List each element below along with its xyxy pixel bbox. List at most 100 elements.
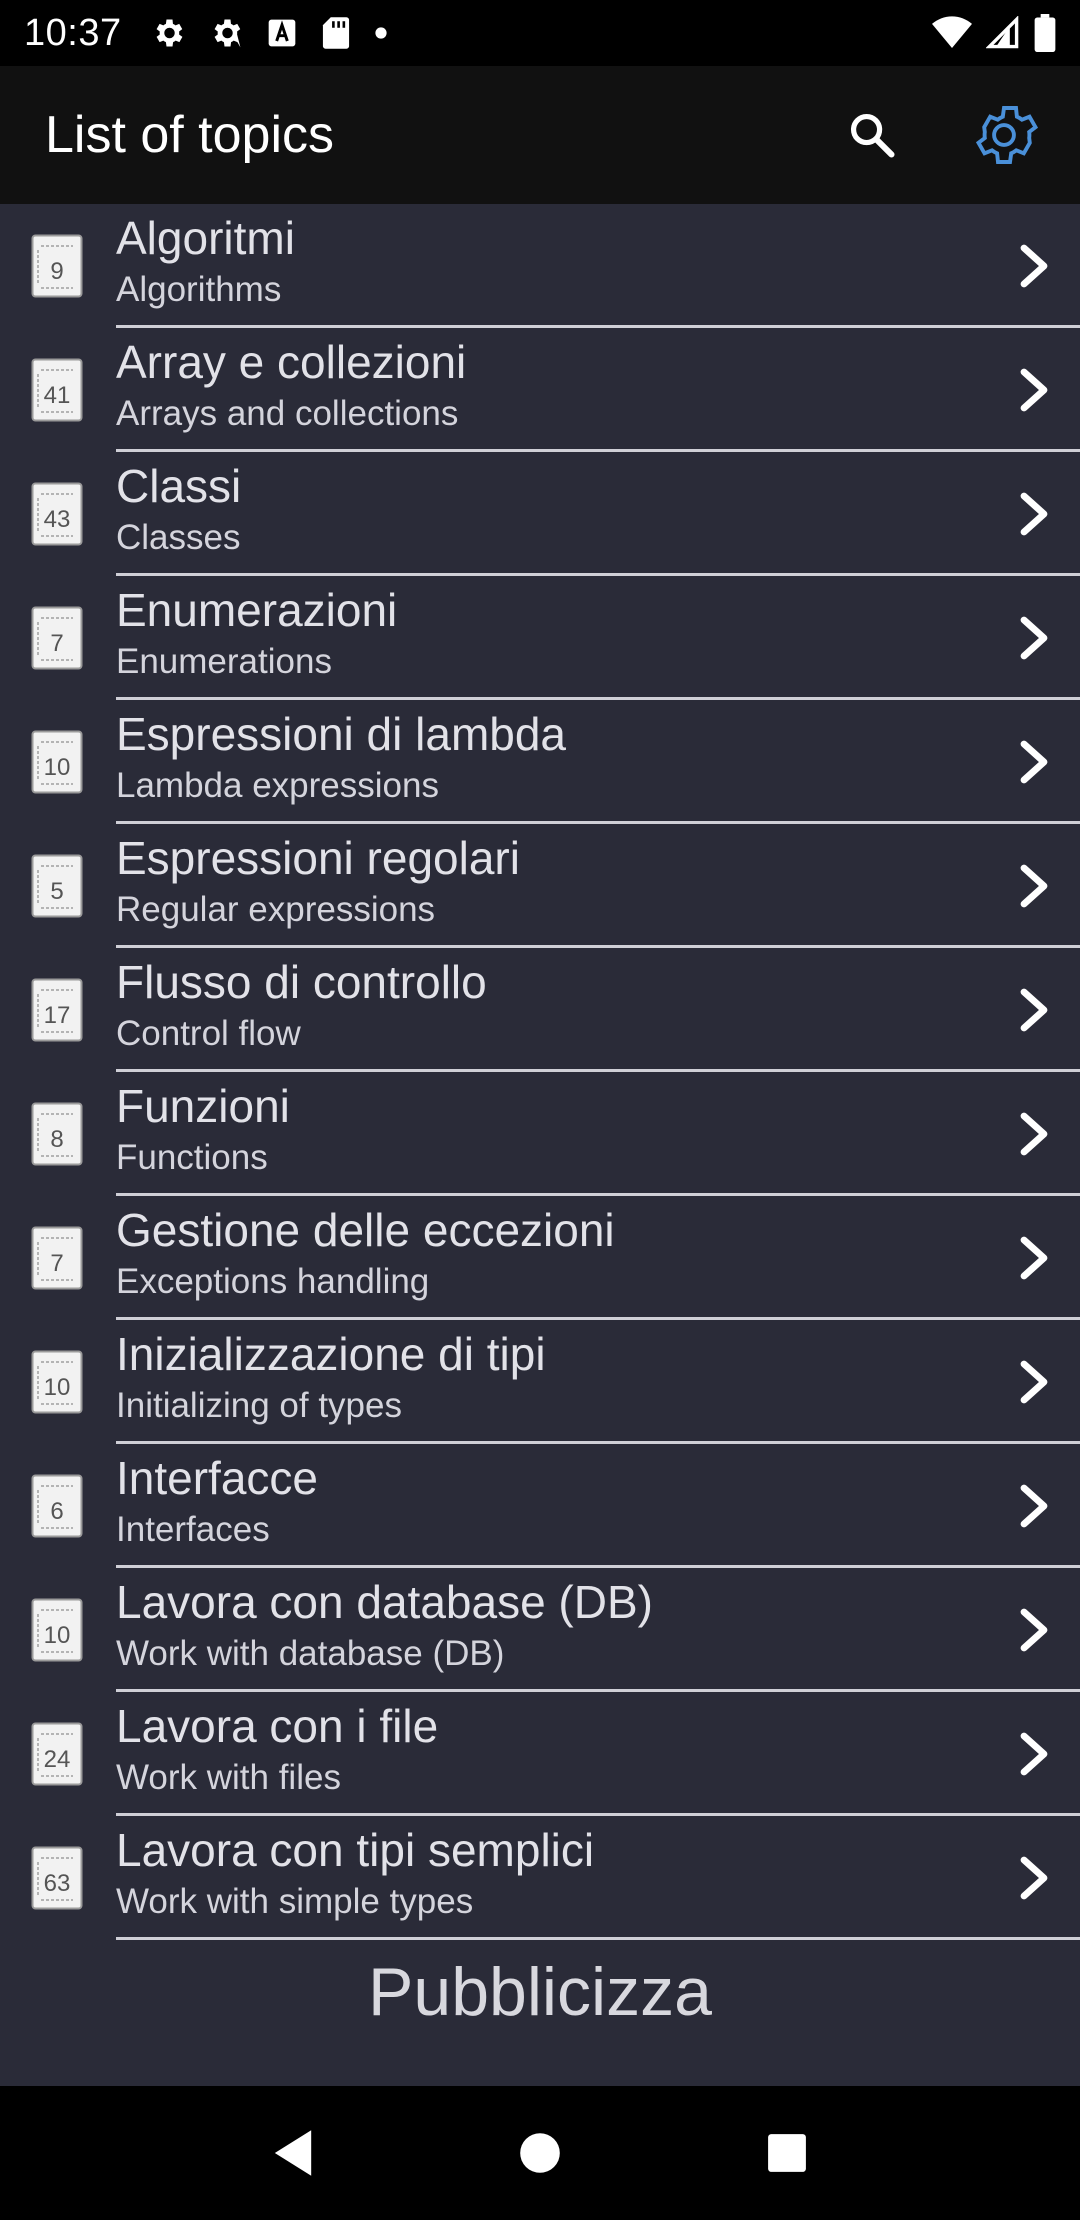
signal-icon <box>986 16 1020 50</box>
topic-title: Classi <box>116 460 242 512</box>
status-time: 10:37 <box>24 11 122 54</box>
topic-count: 9 <box>50 258 63 285</box>
back-icon[interactable] <box>253 2113 333 2193</box>
topic-title: Funzioni <box>116 1080 290 1132</box>
topic-subtitle: Functions <box>116 1138 268 1177</box>
topic-row[interactable]: 5 Espressioni regolari Regular expressio… <box>0 824 1080 948</box>
topic-title: Espressioni regolari <box>116 832 520 884</box>
text-a-icon <box>266 17 298 49</box>
document-count-icon: 10 <box>31 730 83 794</box>
document-count-icon: 7 <box>31 1226 83 1290</box>
topic-count: 24 <box>44 1746 71 1773</box>
topic-count: 41 <box>44 382 71 409</box>
topic-subtitle: Algorithms <box>116 270 282 309</box>
topic-subtitle: Enumerations <box>116 642 332 681</box>
page-title: List of topics <box>45 106 335 164</box>
app-bar: List of topics <box>0 66 1080 204</box>
notification-icons <box>150 15 388 51</box>
divider <box>116 1937 1080 1940</box>
chevron-right-icon <box>1020 244 1048 288</box>
gear-icon <box>150 15 186 51</box>
topic-count: 8 <box>50 1126 63 1153</box>
topic-row[interactable]: 7 Gestione delle eccezioni Exceptions ha… <box>0 1196 1080 1320</box>
document-count-icon: 7 <box>31 606 83 670</box>
topic-count: 10 <box>44 754 71 781</box>
topic-row[interactable]: 43 Classi Classes <box>0 452 1080 576</box>
topic-title: Flusso di controllo <box>116 956 487 1008</box>
document-count-icon: 43 <box>31 482 83 546</box>
document-count-icon: 17 <box>31 978 83 1042</box>
navigation-bar <box>0 2086 1080 2220</box>
topic-subtitle: Interfaces <box>116 1510 270 1549</box>
chevron-right-icon <box>1020 864 1048 908</box>
home-icon[interactable] <box>500 2113 580 2193</box>
topic-subtitle: Initializing of types <box>116 1386 402 1425</box>
topic-subtitle: Classes <box>116 518 241 557</box>
chevron-right-icon <box>1020 368 1048 412</box>
dot-icon <box>374 26 388 40</box>
status-bar: 10:37 <box>0 0 1080 66</box>
topic-list: 9 Algoritmi Algorithms 41 Array e collez… <box>0 204 1080 2086</box>
topic-subtitle: Arrays and collections <box>116 394 459 433</box>
topic-title: Espressioni di lambda <box>116 708 567 760</box>
document-count-icon: 10 <box>31 1350 83 1414</box>
wifi-icon <box>932 16 972 50</box>
topic-row[interactable]: 63 Lavora con tipi semplici Work with si… <box>0 1816 1080 1940</box>
topic-row[interactable]: 7 Enumerazioni Enumerations <box>0 576 1080 700</box>
topic-subtitle: Work with database (DB) <box>116 1634 505 1673</box>
topic-title: Lavora con tipi semplici <box>116 1824 595 1876</box>
topic-count: 10 <box>44 1374 71 1401</box>
chevron-right-icon <box>1020 740 1048 784</box>
document-count-icon: 8 <box>31 1102 83 1166</box>
topic-row[interactable]: 6 Interfacce Interfaces <box>0 1444 1080 1568</box>
document-count-icon: 10 <box>31 1598 83 1662</box>
topic-title: Gestione delle eccezioni <box>116 1204 615 1256</box>
chevron-right-icon <box>1020 1236 1048 1280</box>
topic-subtitle: Lambda expressions <box>116 766 439 805</box>
topic-title: Enumerazioni <box>116 584 398 636</box>
chevron-right-icon <box>1020 988 1048 1032</box>
chevron-right-icon <box>1020 1608 1048 1652</box>
settings-gear-icon[interactable] <box>968 99 1040 171</box>
chevron-right-icon <box>1020 1360 1048 1404</box>
topic-subtitle: Control flow <box>116 1014 301 1053</box>
chevron-right-icon <box>1020 616 1048 660</box>
topic-title: Lavora con database (DB) <box>116 1576 653 1628</box>
topic-count: 7 <box>50 1250 63 1277</box>
topic-row[interactable]: 10 Inizializzazione di tipi Initializing… <box>0 1320 1080 1444</box>
topic-count: 7 <box>50 630 63 657</box>
topic-row[interactable]: 17 Flusso di controllo Control flow <box>0 948 1080 1072</box>
battery-icon <box>1034 14 1056 52</box>
topic-subtitle: Work with files <box>116 1758 341 1797</box>
document-count-icon: 6 <box>31 1474 83 1538</box>
document-count-icon: 24 <box>31 1722 83 1786</box>
chevron-right-icon <box>1020 492 1048 536</box>
chevron-right-icon <box>1020 1484 1048 1528</box>
chevron-right-icon <box>1020 1112 1048 1156</box>
chevron-right-icon <box>1020 1856 1048 1900</box>
topic-row[interactable]: 41 Array e collezioni Arrays and collect… <box>0 328 1080 452</box>
ad-banner[interactable]: Pubblicizza <box>0 1942 1080 2042</box>
topic-title: Inizializzazione di tipi <box>116 1328 546 1380</box>
topic-row[interactable]: 8 Funzioni Functions <box>0 1072 1080 1196</box>
recents-icon[interactable] <box>747 2113 827 2193</box>
search-icon[interactable] <box>846 109 898 161</box>
document-count-icon: 63 <box>31 1846 83 1910</box>
topic-row[interactable]: 24 Lavora con i file Work with files <box>0 1692 1080 1816</box>
document-count-icon: 9 <box>31 234 83 298</box>
topic-row[interactable]: 10 Espressioni di lambda Lambda expressi… <box>0 700 1080 824</box>
chevron-right-icon <box>1020 1732 1048 1776</box>
ad-label: Pubblicizza <box>368 1954 712 2030</box>
topic-count: 43 <box>44 506 71 533</box>
gear-icon <box>208 15 244 51</box>
topic-row[interactable]: 9 Algoritmi Algorithms <box>0 204 1080 328</box>
topic-subtitle: Regular expressions <box>116 890 436 929</box>
sd-card-icon <box>320 16 352 50</box>
document-count-icon: 41 <box>31 358 83 422</box>
topic-title: Array e collezioni <box>116 336 467 388</box>
topic-count: 17 <box>44 1002 71 1029</box>
topic-count: 6 <box>50 1498 63 1525</box>
topic-row[interactable]: 10 Lavora con database (DB) Work with da… <box>0 1568 1080 1692</box>
topic-title: Interfacce <box>116 1452 318 1504</box>
topic-subtitle: Exceptions handling <box>116 1262 430 1301</box>
